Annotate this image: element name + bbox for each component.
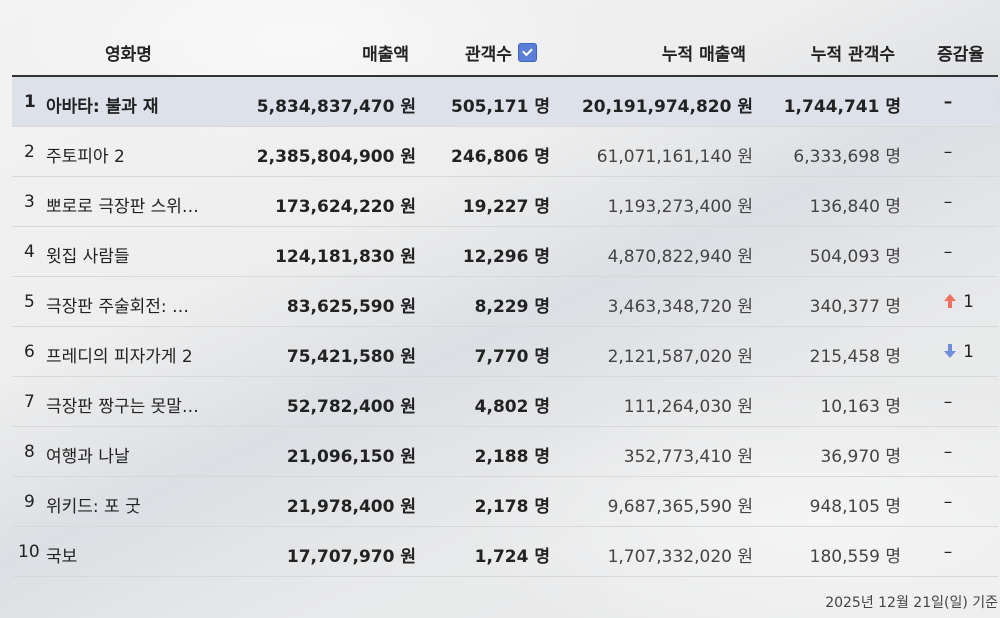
cumulative-audience: 215,458 명: [809, 347, 901, 367]
rank-number: 1: [24, 92, 36, 112]
header-sales[interactable]: 매출액: [362, 40, 409, 65]
change-value: 1: [963, 292, 974, 312]
change-indicator: –: [943, 492, 953, 512]
header-cumulative-sales[interactable]: 누적 매출액: [662, 40, 746, 65]
cumulative-audience: 340,377 명: [809, 297, 901, 317]
sort-descending-icon[interactable]: [517, 43, 537, 62]
cumulative-sales: 2,121,587,020 원: [607, 347, 753, 367]
change-indicator: –: [943, 92, 953, 112]
movie-title[interactable]: 극장판 주술회전: …: [46, 292, 189, 317]
header-audience-label[interactable]: 관객수: [465, 45, 512, 65]
arrow-down-icon: [944, 344, 957, 358]
sales-amount: 52,782,400 원: [286, 397, 416, 417]
sales-amount: 173,624,220 원: [275, 197, 416, 217]
movie-title[interactable]: 국보: [46, 542, 77, 567]
cumulative-audience: 10,163 명: [820, 397, 901, 417]
movie-title[interactable]: 위키드: 포 굿: [46, 492, 141, 517]
rank-number: 9: [24, 492, 35, 512]
cumulative-sales: 20,191,974,820 원: [581, 97, 753, 117]
movie-title[interactable]: 극장판 짱구는 못말…: [46, 392, 199, 417]
cumulative-sales: 4,870,822,940 원: [607, 247, 753, 267]
change-indicator: –: [943, 142, 953, 162]
audience-count: 7,770 명: [474, 347, 550, 367]
table-row[interactable]: 7 극장판 짱구는 못말… 52,782,400 원 4,802 명 111,264,0…: [12, 377, 998, 427]
rank-number: 6: [24, 342, 35, 362]
table-row[interactable]: 1 아바타: 불과 재 5,834,837,470 원 505,171 명 20,191…: [12, 77, 998, 127]
movie-title[interactable]: 프레디의 피자가게 2: [46, 342, 193, 367]
header-title[interactable]: 영화명: [105, 40, 152, 65]
cumulative-audience: 136,840 명: [809, 197, 901, 217]
rank-number: 3: [24, 192, 35, 212]
audience-count: 19,227 명: [462, 197, 550, 217]
cumulative-sales: 9,687,365,590 원: [607, 497, 753, 517]
movie-title[interactable]: 아바타: 불과 재: [46, 92, 158, 117]
rank-number: 7: [24, 392, 35, 412]
sales-amount: 2,385,804,900 원: [256, 147, 416, 167]
table-row[interactable]: 9 위키드: 포 굿 21,978,400 원 2,178 명 9,687,365,59…: [12, 477, 998, 527]
change-indicator: 1: [914, 292, 974, 312]
audience-count: 505,171 명: [451, 97, 550, 117]
movie-title[interactable]: 윗집 사람들: [46, 242, 130, 267]
header-change[interactable]: 증감율: [937, 40, 984, 65]
cumulative-audience: 6,333,698 명: [793, 147, 901, 167]
sales-amount: 83,625,590 원: [286, 297, 416, 317]
sales-amount: 5,834,837,470 원: [256, 97, 416, 117]
cumulative-audience: 948,105 명: [809, 497, 901, 517]
audience-count: 4,802 명: [474, 397, 550, 417]
cumulative-audience: 36,970 명: [820, 447, 901, 467]
movie-title[interactable]: 여행과 나날: [46, 442, 130, 467]
table-body: 1 아바타: 불과 재 5,834,837,470 원 505,171 명 20,191…: [12, 77, 998, 577]
cumulative-sales: 111,264,030 원: [623, 397, 753, 417]
rank-number: 8: [24, 442, 35, 462]
table-row[interactable]: 2 주토피아 2 2,385,804,900 원 246,806 명 61,071,16…: [12, 127, 998, 177]
table-row[interactable]: 5 극장판 주술회전: … 83,625,590 원 8,229 명 3,463,348…: [12, 277, 998, 327]
change-indicator: –: [943, 542, 953, 562]
movie-title[interactable]: 주토피아 2: [46, 142, 125, 167]
table-row[interactable]: 10 국보 17,707,970 원 1,724 명 1,707,332,020 원 18…: [12, 527, 998, 577]
table-row[interactable]: 4 윗집 사람들 124,181,830 원 12,296 명 4,870,822,94…: [12, 227, 998, 277]
box-office-table: 영화명 매출액 관객수 누적 매출액 누적 관객수 증감율 1 아바타: 불과 재…: [12, 0, 998, 577]
cumulative-sales: 1,193,273,400 원: [607, 197, 753, 217]
sales-amount: 21,978,400 원: [286, 497, 416, 517]
audience-count: 2,178 명: [474, 497, 550, 517]
cumulative-audience: 504,093 명: [809, 247, 901, 267]
arrow-up-icon: [944, 294, 957, 308]
table-header: 영화명 매출액 관객수 누적 매출액 누적 관객수 증감율: [12, 0, 998, 77]
cumulative-sales: 3,463,348,720 원: [607, 297, 753, 317]
sales-amount: 21,096,150 원: [286, 447, 416, 467]
audience-count: 12,296 명: [462, 247, 550, 267]
rank-number: 10: [18, 542, 40, 562]
rank-number: 2: [24, 142, 35, 162]
cumulative-sales: 352,773,410 원: [623, 447, 753, 467]
audience-count: 1,724 명: [474, 547, 550, 567]
rank-number: 5: [24, 292, 35, 312]
movie-title[interactable]: 뽀로로 극장판 스위…: [46, 192, 199, 217]
change-value: 1: [963, 342, 974, 362]
sales-amount: 75,421,580 원: [286, 347, 416, 367]
table-row[interactable]: 6 프레디의 피자가게 2 75,421,580 원 7,770 명 2,121,587…: [12, 327, 998, 377]
cumulative-sales: 1,707,332,020 원: [607, 547, 753, 567]
header-cumulative-audience[interactable]: 누적 관객수: [811, 40, 895, 65]
cumulative-audience: 180,559 명: [809, 547, 901, 567]
cumulative-sales: 61,071,161,140 원: [596, 147, 753, 167]
sales-amount: 124,181,830 원: [275, 247, 416, 267]
audience-count: 246,806 명: [451, 147, 550, 167]
audience-count: 2,188 명: [474, 447, 550, 467]
change-indicator: –: [943, 392, 953, 412]
table-row[interactable]: 3 뽀로로 극장판 스위… 173,624,220 원 19,227 명 1,193,2…: [12, 177, 998, 227]
change-indicator: –: [943, 192, 953, 212]
sales-amount: 17,707,970 원: [286, 547, 416, 567]
reference-date: 2025년 12월 21일(일) 기준: [825, 595, 998, 611]
change-indicator: 1: [914, 342, 974, 362]
header-audience[interactable]: 관객수: [465, 40, 537, 65]
table-row[interactable]: 8 여행과 나날 21,096,150 원 2,188 명 352,773,410 원 3…: [12, 427, 998, 477]
change-indicator: –: [943, 242, 953, 262]
cumulative-audience: 1,744,741 명: [783, 97, 901, 117]
audience-count: 8,229 명: [474, 297, 550, 317]
change-indicator: –: [943, 442, 953, 462]
rank-number: 4: [24, 242, 35, 262]
